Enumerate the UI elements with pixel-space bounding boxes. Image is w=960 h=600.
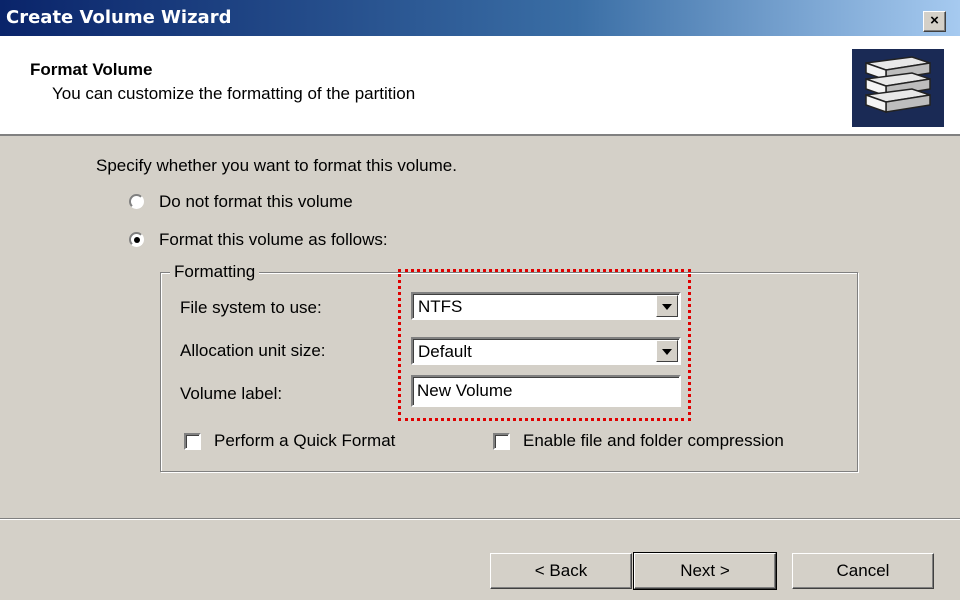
disk-stack-icon (852, 49, 944, 127)
next-button[interactable]: Next > (633, 552, 777, 590)
compression-checkbox[interactable] (493, 433, 510, 450)
title-bar: Create Volume Wizard × (0, 0, 960, 36)
file-system-label: File system to use: (180, 298, 322, 317)
volume-label-input[interactable] (415, 379, 679, 403)
allocation-unit-value: Default (418, 342, 472, 361)
chevron-down-icon[interactable] (656, 340, 678, 362)
quick-format-checkbox[interactable] (184, 433, 201, 450)
window-title: Create Volume Wizard (6, 7, 232, 28)
volume-label-field[interactable] (411, 375, 681, 407)
page-title: Format Volume (30, 60, 153, 79)
chevron-down-icon[interactable] (656, 295, 678, 317)
footer-divider (0, 518, 960, 520)
volume-label-label: Volume label: (180, 384, 283, 403)
radio-no-format-label[interactable]: Do not format this volume (159, 192, 353, 212)
compression-label[interactable]: Enable file and folder compression (523, 431, 784, 451)
allocation-unit-label: Allocation unit size: (180, 341, 326, 360)
file-system-value: NTFS (418, 297, 463, 316)
file-system-select[interactable]: NTFS (411, 292, 681, 320)
radio-format[interactable] (129, 232, 144, 247)
cancel-button[interactable]: Cancel (792, 553, 934, 589)
wizard-body: Specify whether you want to format this … (0, 136, 960, 600)
back-button[interactable]: < Back (490, 553, 632, 589)
format-prompt: Specify whether you want to format this … (96, 156, 457, 175)
quick-format-label[interactable]: Perform a Quick Format (214, 431, 395, 451)
page-subtitle: You can customize the formatting of the … (52, 84, 416, 103)
close-button[interactable]: × (923, 11, 946, 32)
formatting-legend: Formatting (170, 262, 260, 282)
radio-selected-dot (134, 237, 140, 243)
radio-format-label[interactable]: Format this volume as follows: (159, 230, 388, 250)
wizard-header: Format Volume You can customize the form… (0, 36, 960, 136)
allocation-unit-select[interactable]: Default (411, 337, 681, 365)
radio-no-format[interactable] (129, 194, 144, 209)
